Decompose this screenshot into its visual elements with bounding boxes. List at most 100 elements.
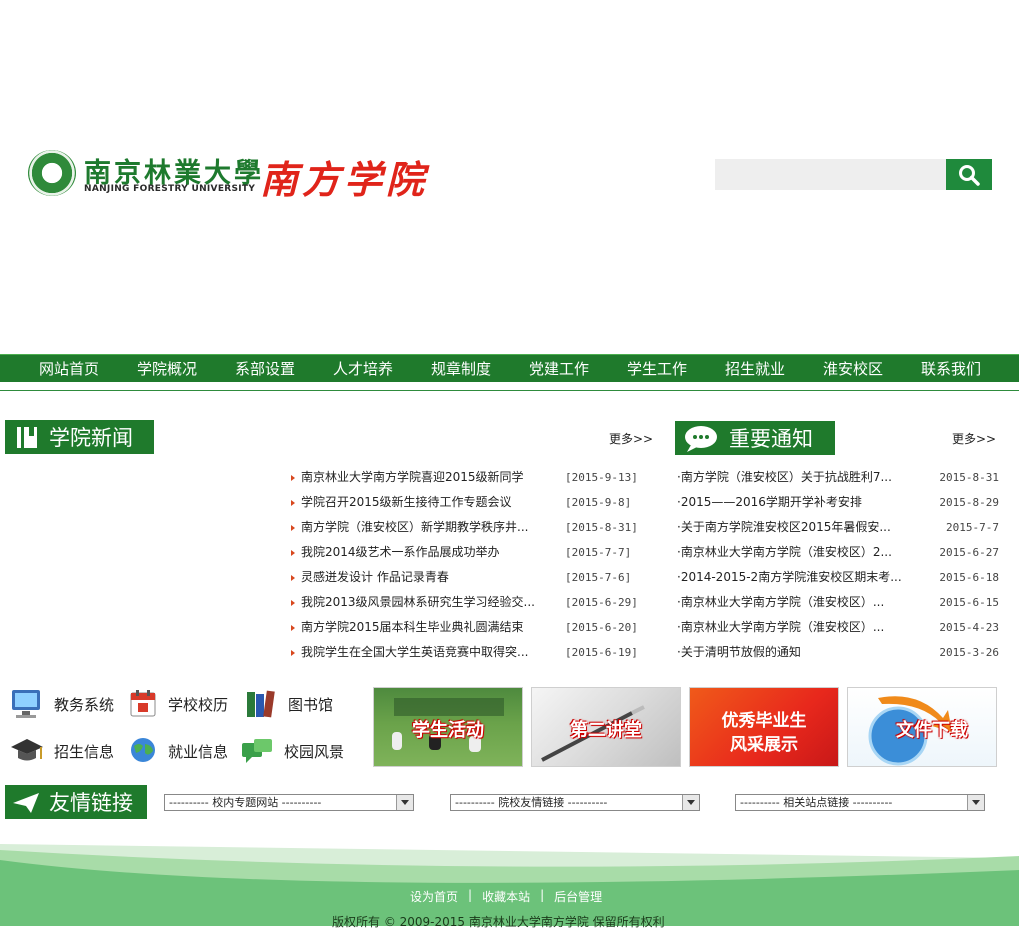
notice-item-title: ·关于清明节放假的通知 xyxy=(677,645,801,659)
university-name-en: NANJING FORESTRY UNIVERSITY xyxy=(84,184,256,194)
quick-link-label: 就业信息 xyxy=(168,742,229,761)
quick-link-calendar[interactable]: 学校校历 xyxy=(128,688,228,720)
notice-item[interactable]: ·南方学院（淮安校区）关于抗战胜利7... 2015-8-31 xyxy=(677,465,1007,490)
bullet-arrow-icon xyxy=(291,599,295,606)
news-item[interactable]: 学院召开2015级新生接待工作专题会议 [2015-9-8] xyxy=(291,490,661,515)
notice-section-title: 重要通知 xyxy=(675,421,835,455)
select-related-sites-value: ---------- 相关站点链接 ---------- xyxy=(740,796,893,809)
notice-item-title: ·南方学院（淮安校区）关于抗战胜利7... xyxy=(677,470,892,484)
notice-item[interactable]: ·2014-2015-2南方学院淮安校区期末考... 2015-6-18 xyxy=(677,565,1007,590)
banner-label: 文件下载 xyxy=(896,720,968,741)
bullet-arrow-icon xyxy=(291,624,295,631)
nav-item-home[interactable]: 网站首页 xyxy=(20,358,118,379)
banner-label-line2: 风采展示 xyxy=(730,735,798,755)
notice-item-date: 2015-8-31 xyxy=(939,471,999,484)
nav-item-contact[interactable]: 联系我们 xyxy=(902,358,1000,379)
select-related-sites[interactable]: ---------- 相关站点链接 ---------- xyxy=(735,794,985,811)
nav-item-departments[interactable]: 系部设置 xyxy=(216,358,314,379)
news-item-date: [2015-9-8] xyxy=(565,496,632,509)
quick-link-academic-system[interactable]: 教务系统 xyxy=(10,688,114,720)
footer-link-set-homepage[interactable]: 设为首页 xyxy=(410,888,458,905)
friend-links-label: 友情链接 xyxy=(49,791,133,815)
notice-item[interactable]: ·南京林业大学南方学院（淮安校区）... 2015-4-23 xyxy=(677,615,1007,640)
news-item-date: [2015-9-13] xyxy=(565,471,638,484)
notice-item-date: 2015-4-23 xyxy=(939,621,999,634)
book-icon xyxy=(17,427,37,448)
news-item[interactable]: 南方学院（淮安校区）新学期教学秩序井... [2015-8-31] xyxy=(291,515,661,540)
chevron-down-icon xyxy=(967,795,984,810)
bullet-arrow-icon xyxy=(291,524,295,531)
notice-item[interactable]: ·南京林业大学南方学院（淮安校区）... 2015-6-15 xyxy=(677,590,1007,615)
news-item-date: [2015-6-29] xyxy=(565,596,638,609)
news-item[interactable]: 我院学生在全国大学生英语竞赛中取得突... [2015-6-19] xyxy=(291,640,661,665)
quick-link-campus-scenery[interactable]: 校园风景 xyxy=(240,735,344,767)
notice-item-date: 2015-8-29 xyxy=(939,496,999,509)
news-item[interactable]: 灵感迸发设计 作品记录青春 [2015-7-6] xyxy=(291,565,661,590)
select-campus-sites-value: ---------- 校内专题网站 ---------- xyxy=(169,796,322,809)
speech-bubble-icon xyxy=(685,426,717,452)
bullet-arrow-icon xyxy=(291,499,295,506)
news-item-title: 我院2013级风景园林系研究生学习经验交... xyxy=(301,595,535,609)
notice-more-link[interactable]: 更多>> xyxy=(952,430,996,447)
news-section-title: 学院新闻 xyxy=(5,420,154,454)
bullet-arrow-icon xyxy=(291,574,295,581)
banner-label-line1: 优秀毕业生 xyxy=(721,711,807,731)
news-item[interactable]: 我院2014级艺术一系作品展成功举办 [2015-7-7] xyxy=(291,540,661,565)
main-nav: 网站首页 学院概况 系部设置 人才培养 规章制度 党建工作 学生工作 招生就业 … xyxy=(0,354,1019,382)
nav-item-overview[interactable]: 学院概况 xyxy=(118,358,216,379)
news-item[interactable]: 南方学院2015届本科生毕业典礼圆满结束 [2015-6-20] xyxy=(291,615,661,640)
notice-item[interactable]: ·2015——2016学期开学补考安排 2015-8-29 xyxy=(677,490,1007,515)
school-name: 南方学院 xyxy=(260,157,429,202)
banner-outstanding-graduates[interactable]: 优秀毕业生 风采展示 xyxy=(689,687,839,767)
bullet-arrow-icon xyxy=(291,649,295,656)
nav-divider xyxy=(0,390,1019,391)
banner-label: 第二讲堂 xyxy=(570,720,642,741)
calendar-icon xyxy=(128,688,158,720)
notice-item[interactable]: ·南京林业大学南方学院（淮安校区）2... 2015-6-27 xyxy=(677,540,1007,565)
monitor-icon xyxy=(10,688,44,720)
nav-item-huaian[interactable]: 淮安校区 xyxy=(804,358,902,379)
banner-label: 学生活动 xyxy=(412,720,484,741)
chevron-down-icon xyxy=(682,795,699,810)
bullet-arrow-icon xyxy=(291,474,295,481)
quick-link-employment-info[interactable]: 就业信息 xyxy=(128,735,228,767)
news-item-title: 学院召开2015级新生接待工作专题会议 xyxy=(301,495,512,509)
select-partner-schools[interactable]: ---------- 院校友情链接 ---------- xyxy=(450,794,700,811)
news-item[interactable]: 我院2013级风景园林系研究生学习经验交... [2015-6-29] xyxy=(291,590,661,615)
news-item-date: [2015-7-7] xyxy=(565,546,632,559)
nav-item-party[interactable]: 党建工作 xyxy=(510,358,608,379)
notice-item[interactable]: ·关于南方学院淮安校区2015年暑假安... 2015-7-7 xyxy=(677,515,1007,540)
news-item-date: [2015-6-20] xyxy=(565,621,638,634)
nav-item-students[interactable]: 学生工作 xyxy=(608,358,706,379)
search-input[interactable] xyxy=(715,159,946,190)
banner-photo-trees xyxy=(394,698,504,716)
notice-item-date: 2015-6-15 xyxy=(939,596,999,609)
notice-item-date: 2015-6-18 xyxy=(939,571,999,584)
nav-item-admission[interactable]: 招生就业 xyxy=(706,358,804,379)
nav-item-regulations[interactable]: 规章制度 xyxy=(412,358,510,379)
select-campus-sites[interactable]: ---------- 校内专题网站 ---------- xyxy=(164,794,414,811)
news-item-date: [2015-6-19] xyxy=(565,646,638,659)
news-item-title: 南方学院2015届本科生毕业典礼圆满结束 xyxy=(301,620,524,634)
footer-link-admin[interactable]: 后台管理 xyxy=(554,888,602,905)
notice-item-date: 2015-3-26 xyxy=(939,646,999,659)
notice-item-title: ·南京林业大学南方学院（淮安校区）... xyxy=(677,595,885,609)
footer-link-bookmark[interactable]: 收藏本站 xyxy=(482,888,530,905)
notice-item-title: ·关于南方学院淮安校区2015年暑假安... xyxy=(677,520,891,534)
news-item[interactable]: 南京林业大学南方学院喜迎2015级新同学 [2015-9-13] xyxy=(291,465,661,490)
quick-link-library[interactable]: 图书馆 xyxy=(244,688,333,720)
banner-second-lecture[interactable]: 第二讲堂 xyxy=(531,687,681,767)
footer-copyright: 版权所有 © 2009-2015 南京林业大学南方学院 保留所有权利 xyxy=(332,915,665,929)
quick-link-admission-info[interactable]: 招生信息 xyxy=(10,735,114,767)
search-button[interactable] xyxy=(946,159,992,190)
news-item-title: 我院2014级艺术一系作品展成功举办 xyxy=(301,545,500,559)
search-icon xyxy=(959,164,980,186)
quick-link-label: 招生信息 xyxy=(54,742,115,761)
news-more-link[interactable]: 更多>> xyxy=(609,430,653,447)
nav-item-education[interactable]: 人才培养 xyxy=(314,358,412,379)
news-item-title: 灵感迸发设计 作品记录青春 xyxy=(301,570,449,584)
banner-file-download[interactable]: 文件下载 xyxy=(847,687,997,767)
quick-link-label: 学校校历 xyxy=(168,695,229,714)
banner-student-activities[interactable]: 学生活动 xyxy=(373,687,523,767)
notice-item[interactable]: ·关于清明节放假的通知 2015-3-26 xyxy=(677,640,1007,665)
